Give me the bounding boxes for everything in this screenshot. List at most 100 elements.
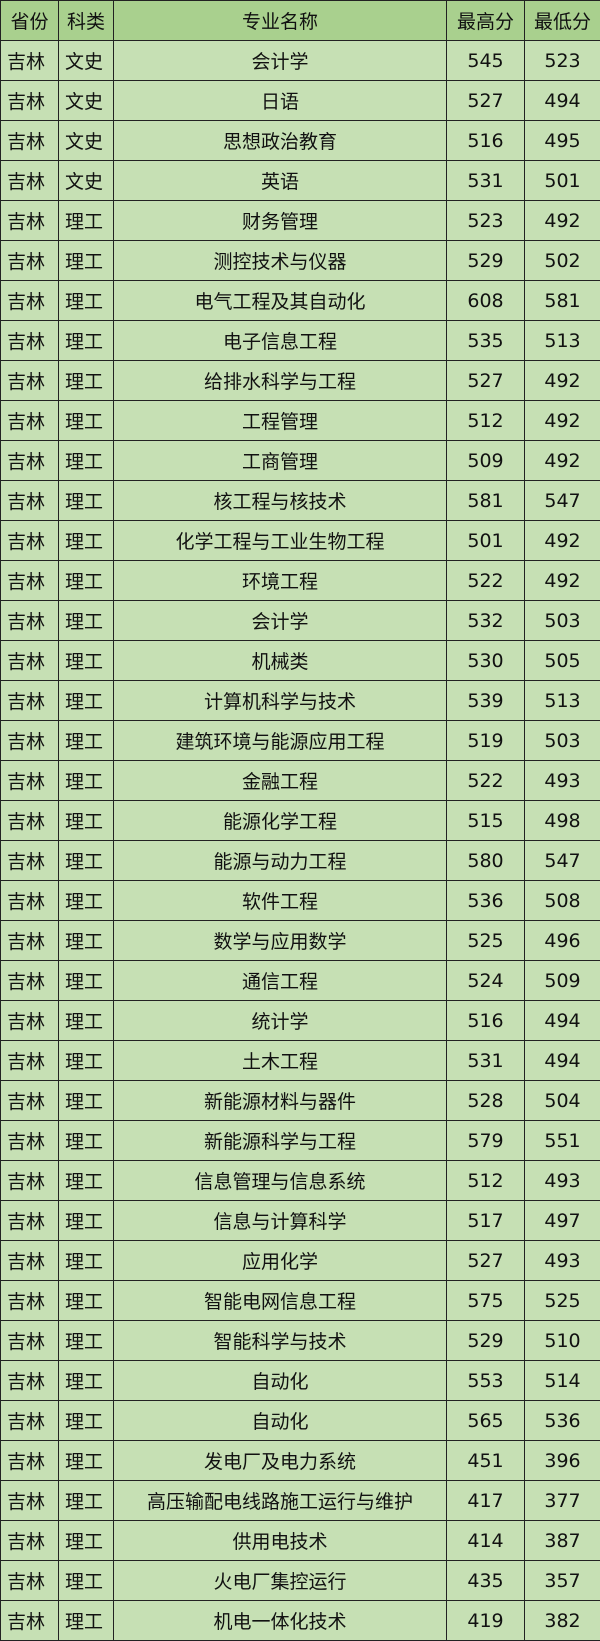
cell-category: 理工: [58, 840, 114, 881]
table-row: 吉林 理工 机电一体化技术 419 382: [0, 1600, 600, 1641]
table-row: 吉林 文史 日语 527 494: [0, 80, 600, 121]
cell-province: 吉林: [0, 760, 59, 801]
table-row: 吉林 理工 供用电技术 414 387: [0, 1520, 600, 1561]
cell-province: 吉林: [0, 280, 59, 321]
cell-min-score: 493: [524, 1240, 600, 1281]
cell-max-score: 536: [446, 880, 525, 921]
cell-major: 新能源材料与器件: [113, 1080, 447, 1121]
header-province: 省份: [0, 0, 59, 41]
cell-province: 吉林: [0, 40, 59, 81]
cell-major: 机电一体化技术: [113, 1600, 447, 1641]
table-row: 吉林 理工 能源化学工程 515 498: [0, 800, 600, 841]
cell-major: 新能源科学与工程: [113, 1120, 447, 1161]
table-row: 吉林 理工 火电厂集控运行 435 357: [0, 1560, 600, 1601]
cell-min-score: 494: [524, 1000, 600, 1041]
cell-max-score: 531: [446, 1040, 525, 1081]
cell-category: 理工: [58, 1040, 114, 1081]
cell-max-score: 531: [446, 160, 525, 201]
cell-province: 吉林: [0, 1440, 59, 1481]
cell-province: 吉林: [0, 1000, 59, 1041]
table-row: 吉林 理工 机械类 530 505: [0, 640, 600, 681]
cell-max-score: 516: [446, 120, 525, 161]
cell-province: 吉林: [0, 120, 59, 161]
cell-major: 会计学: [113, 40, 447, 81]
cell-max-score: 532: [446, 600, 525, 641]
cell-min-score: 495: [524, 120, 600, 161]
table-row: 吉林 理工 高压输配电线路施工运行与维护 417 377: [0, 1480, 600, 1521]
cell-category: 理工: [58, 960, 114, 1001]
cell-major: 测控技术与仪器: [113, 240, 447, 281]
cell-max-score: 608: [446, 280, 525, 321]
cell-min-score: 497: [524, 1200, 600, 1241]
cell-province: 吉林: [0, 1040, 59, 1081]
cell-category: 理工: [58, 640, 114, 681]
cell-category: 理工: [58, 1360, 114, 1401]
cell-min-score: 551: [524, 1120, 600, 1161]
cell-major: 英语: [113, 160, 447, 201]
cell-major: 信息与计算科学: [113, 1200, 447, 1241]
cell-min-score: 503: [524, 600, 600, 641]
cell-max-score: 530: [446, 640, 525, 681]
cell-major: 智能科学与技术: [113, 1320, 447, 1361]
cell-province: 吉林: [0, 1560, 59, 1601]
cell-province: 吉林: [0, 160, 59, 201]
cell-min-score: 513: [524, 680, 600, 721]
cell-max-score: 580: [446, 840, 525, 881]
cell-province: 吉林: [0, 640, 59, 681]
header-min-score: 最低分: [524, 0, 600, 41]
table-row: 吉林 文史 思想政治教育 516 495: [0, 120, 600, 161]
cell-category: 理工: [58, 920, 114, 961]
cell-min-score: 492: [524, 400, 600, 441]
table-row: 吉林 理工 财务管理 523 492: [0, 200, 600, 241]
cell-major: 环境工程: [113, 560, 447, 601]
cell-min-score: 494: [524, 80, 600, 121]
cell-max-score: 523: [446, 200, 525, 241]
cell-province: 吉林: [0, 1120, 59, 1161]
cell-province: 吉林: [0, 1280, 59, 1321]
cell-category: 理工: [58, 520, 114, 561]
cell-min-score: 536: [524, 1400, 600, 1441]
cell-max-score: 528: [446, 1080, 525, 1121]
cell-category: 理工: [58, 1440, 114, 1481]
cell-province: 吉林: [0, 840, 59, 881]
cell-major: 机械类: [113, 640, 447, 681]
cell-category: 理工: [58, 200, 114, 241]
cell-province: 吉林: [0, 520, 59, 561]
table-row: 吉林 理工 测控技术与仪器 529 502: [0, 240, 600, 281]
cell-min-score: 357: [524, 1560, 600, 1601]
cell-category: 理工: [58, 1520, 114, 1561]
cell-major: 信息管理与信息系统: [113, 1160, 447, 1201]
cell-major: 土木工程: [113, 1040, 447, 1081]
cell-province: 吉林: [0, 880, 59, 921]
table-row: 吉林 理工 新能源科学与工程 579 551: [0, 1120, 600, 1161]
cell-major: 建筑环境与能源应用工程: [113, 720, 447, 761]
cell-category: 理工: [58, 1400, 114, 1441]
cell-category: 理工: [58, 1320, 114, 1361]
cell-min-score: 525: [524, 1280, 600, 1321]
cell-min-score: 503: [524, 720, 600, 761]
table-row: 吉林 理工 新能源材料与器件 528 504: [0, 1080, 600, 1121]
cell-category: 理工: [58, 1240, 114, 1281]
cell-min-score: 377: [524, 1480, 600, 1521]
cell-major: 计算机科学与技术: [113, 680, 447, 721]
cell-min-score: 492: [524, 520, 600, 561]
cell-major: 金融工程: [113, 760, 447, 801]
cell-max-score: 435: [446, 1560, 525, 1601]
cell-min-score: 514: [524, 1360, 600, 1401]
cell-major: 统计学: [113, 1000, 447, 1041]
cell-major: 高压输配电线路施工运行与维护: [113, 1480, 447, 1521]
cell-min-score: 501: [524, 160, 600, 201]
cell-min-score: 523: [524, 40, 600, 81]
header-row: 省份 科类 专业名称 最高分 最低分: [0, 0, 600, 41]
table-row: 吉林 理工 统计学 516 494: [0, 1000, 600, 1041]
cell-province: 吉林: [0, 1200, 59, 1241]
cell-min-score: 492: [524, 440, 600, 481]
table-row: 吉林 理工 电气工程及其自动化 608 581: [0, 280, 600, 321]
cell-min-score: 510: [524, 1320, 600, 1361]
table-row: 吉林 理工 发电厂及电力系统 451 396: [0, 1440, 600, 1481]
cell-province: 吉林: [0, 360, 59, 401]
cell-province: 吉林: [0, 200, 59, 241]
cell-max-score: 414: [446, 1520, 525, 1561]
cell-min-score: 505: [524, 640, 600, 681]
header-major: 专业名称: [113, 0, 447, 41]
